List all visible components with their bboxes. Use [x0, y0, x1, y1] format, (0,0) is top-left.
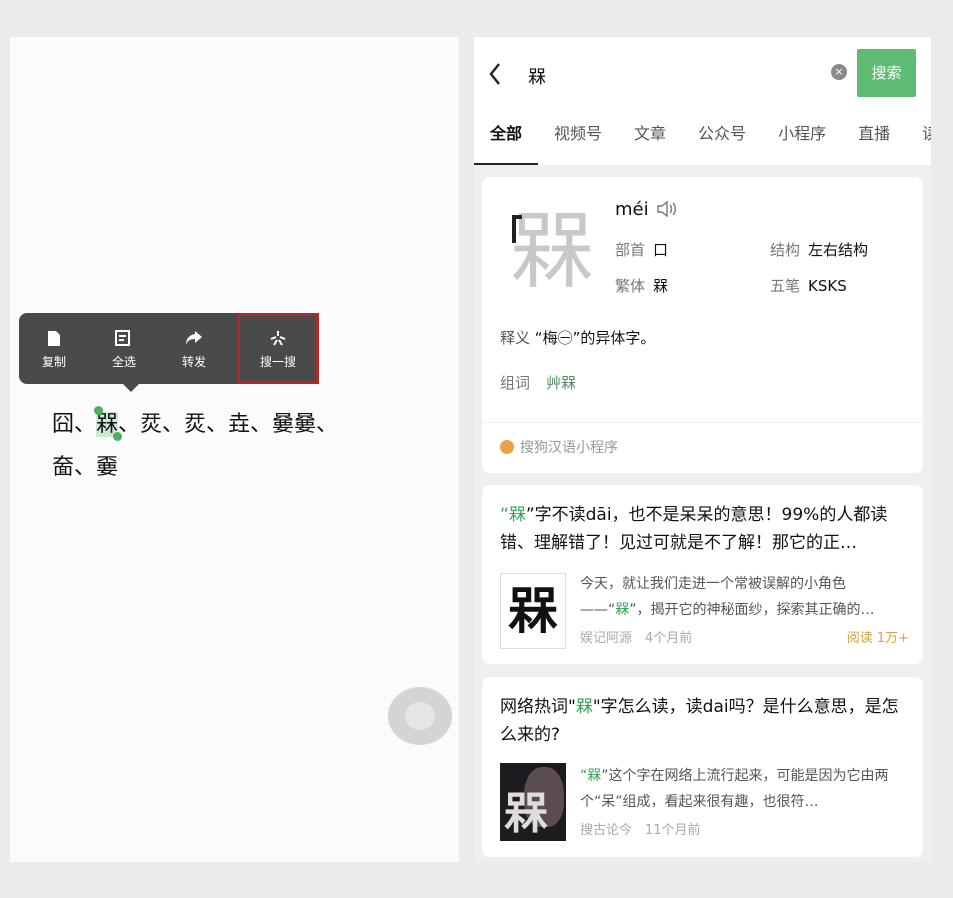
title-quote: “	[500, 505, 509, 525]
selected-character[interactable]: 槑	[94, 406, 123, 441]
text-context-menu: 复制 全选 转发 搜一搜	[19, 313, 319, 392]
select-all-button[interactable]: 全选	[89, 313, 159, 384]
tab-official-accounts[interactable]: 公众号	[682, 117, 762, 165]
article-result-1[interactable]: “槑”字不读dāi，也不是呆呆的意思！99%的人都读错、理解错了！见过可就是不了…	[482, 485, 923, 664]
radical-label: 部首	[615, 241, 646, 259]
tab-channels[interactable]: 视频号	[538, 117, 618, 165]
selection-handle-start[interactable]	[94, 406, 104, 415]
title-part-1: 网络热词"	[500, 697, 576, 717]
chat-panel: 复制 全选 转发 搜一搜 囧、槑、烎、烎、垚、嘦嘦、 奤、嫑	[10, 37, 459, 862]
snippet-part-2: ”，揭开它的神秘面纱，探索其正确的…	[629, 602, 875, 618]
stroke-order-highlight	[512, 215, 522, 243]
result-tabs: 全部 视频号 文章 公众号 小程序 直播 读	[474, 117, 931, 165]
copy-button[interactable]: 复制	[19, 313, 89, 384]
structure-row: 结构 左右结构	[770, 239, 868, 260]
forward-label: 转发	[181, 355, 206, 369]
sogou-icon	[500, 440, 514, 454]
tab-read[interactable]: 读	[906, 117, 931, 165]
wubi-value: KSKS	[808, 277, 847, 295]
traditional-row: 繁体槑	[615, 275, 668, 296]
traditional-label: 繁体	[615, 277, 646, 295]
search-results-panel: 槑 × 搜索 全部 视频号 文章 公众号 小程序 直播 读 槑 méi 部首口 …	[474, 37, 931, 862]
word-group-item[interactable]: 艸槑	[546, 374, 576, 392]
dictionary-source[interactable]: 搜狗汉语小程序	[500, 437, 618, 457]
dictionary-card[interactable]: 槑 méi 部首口 结构 左右结构 繁体槑 五笔 KSKS 释义 “梅㊀”的异体字。…	[482, 177, 923, 473]
article-meta: 搜古论今 11个月前	[580, 823, 701, 838]
snippet-highlight: 槑	[615, 602, 630, 618]
search-one-search-label: 搜一搜	[259, 355, 296, 369]
message-text[interactable]: 囧、槑、烎、烎、垚、嘦嘦、 奤、嫑	[52, 403, 452, 489]
structure-label: 结构	[770, 241, 801, 259]
document-icon	[47, 327, 61, 349]
text-line-2: 奤、嫑	[52, 455, 119, 480]
floating-assistive-button[interactable]	[388, 687, 452, 745]
article-thumbnail: 槑	[500, 763, 566, 841]
tab-all[interactable]: 全部	[474, 117, 539, 165]
radical-value: 口	[653, 241, 669, 259]
article-snippet: “槑”这个字在网络上流行起来，可能是因为它由两个“呆”组成，看起来很有趣，也很符…	[580, 763, 910, 815]
divider	[482, 422, 923, 423]
dictionary-source-text: 搜狗汉语小程序	[520, 440, 618, 456]
read-count: 阅读 1万+	[846, 631, 909, 646]
article-snippet: 今天，就让我们走进一个常被误解的小角色——“槑”，揭开它的神秘面纱，探索其正确的…	[580, 571, 910, 623]
snippet-highlight: 槑	[587, 768, 602, 784]
search-button[interactable]: 搜索	[857, 49, 916, 97]
pinyin-text: méi	[615, 199, 649, 220]
select-all-icon	[115, 327, 133, 349]
forward-arrow-icon	[185, 327, 203, 349]
copy-label: 复制	[41, 355, 66, 369]
title-rest: ”字不读dāi，也不是呆呆的意思！99%的人都读错、理解错了！见过可就是不了解！…	[500, 505, 888, 553]
radical-row: 部首口	[615, 239, 668, 260]
article-title: 网络热词"槑"字怎么读，读dai吗？是什么意思，是怎么来的?	[500, 693, 910, 749]
definition: 释义 “梅㊀”的异体字。	[500, 327, 655, 348]
word-group: 组词 艸槑	[500, 372, 576, 393]
tab-articles[interactable]: 文章	[618, 117, 682, 165]
structure-value: 左右结构	[808, 241, 869, 259]
article-meta: 娱记阿源 4个月前	[580, 631, 693, 646]
tab-mini-programs[interactable]: 小程序	[762, 117, 842, 165]
speaker-icon[interactable]	[656, 200, 678, 218]
traditional-value: 槑	[653, 277, 669, 295]
selection-handle-end[interactable]	[113, 432, 123, 441]
definition-label: 释义	[500, 329, 531, 347]
text-after-selection: 、烎、烎、垚、嘦嘦、	[118, 412, 339, 437]
search-bar: 槑 × 搜索	[474, 37, 931, 117]
article-title: “槑”字不读dāi，也不是呆呆的意思！99%的人都读错、理解错了！见过可就是不了…	[500, 501, 910, 557]
article-result-2[interactable]: 网络热词"槑"字怎么读，读dai吗？是什么意思，是怎么来的? 槑 “槑”这个字在…	[482, 677, 923, 857]
definition-text: “梅㊀”的异体字。	[534, 329, 656, 347]
title-highlight: 槑	[508, 505, 526, 525]
title-highlight: 槑	[575, 697, 593, 717]
clear-icon[interactable]: ×	[831, 64, 847, 80]
thumbnail-character: 槑	[504, 788, 548, 839]
text-before-selection: 囧、	[52, 412, 97, 437]
search-input[interactable]: 槑	[528, 63, 546, 89]
pinyin: méi	[615, 199, 678, 220]
character-glyph: 槑	[509, 202, 594, 300]
search-one-search-button[interactable]: 搜一搜	[237, 313, 319, 384]
wubi-row: 五笔 KSKS	[770, 275, 847, 296]
thumbnail-character: 槑	[508, 582, 558, 640]
article-thumbnail: 槑	[500, 573, 566, 649]
forward-button[interactable]: 转发	[159, 313, 229, 384]
select-all-label: 全选	[111, 355, 136, 369]
snippet-rest: ”这个字在网络上流行起来，可能是因为它由两个“呆”组成，看起来很有趣，也很符…	[580, 768, 889, 810]
wubi-label: 五笔	[770, 277, 801, 295]
sparkle-search-icon	[269, 327, 287, 349]
word-group-label: 组词	[500, 374, 531, 392]
back-chevron-icon[interactable]	[488, 61, 502, 93]
tab-live[interactable]: 直播	[842, 117, 906, 165]
